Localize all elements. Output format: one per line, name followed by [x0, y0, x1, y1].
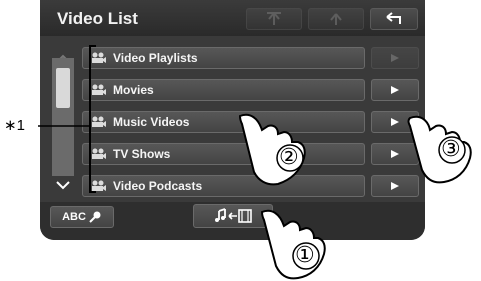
step-1-label: ① — [295, 243, 315, 268]
step-3-label: ③ — [441, 137, 461, 162]
annotation-overlay — [38, 45, 472, 280]
callout-marker: ∗1 — [4, 117, 25, 134]
step-2-label: ② — [279, 145, 299, 170]
